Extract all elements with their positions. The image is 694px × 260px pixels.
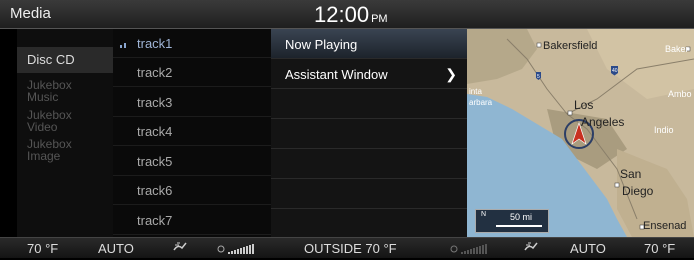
north-indicator-icon: N [481,211,487,218]
navigation-map[interactable]: 5 40 Bakersfield Baker Ambo inta arbara … [467,29,694,237]
map-label-barbara: arbara [469,98,493,107]
assistant-window-label: Assistant Window [285,67,388,82]
track-label: track2 [137,65,173,80]
track-row[interactable]: track5 [113,147,271,176]
track-label: track3 [137,95,173,110]
source-list: Disc CD Jukebox Music Jukebox Video Juke… [17,29,113,237]
map-label-san-diego-1: San [620,167,642,181]
source-disc-cd[interactable]: Disc CD [17,47,113,73]
popup-empty-row [271,89,467,119]
chevron-right-icon: ❯ [445,66,457,82]
clock-ampm: PM [371,13,388,25]
highway-5-shield: 5 [537,74,540,80]
track-row[interactable]: track3 [113,88,271,117]
highway-40-shield: 40 [612,68,618,74]
track-row[interactable]: track1 [113,29,271,58]
app-title[interactable]: Media [10,5,51,22]
left-climate-mode[interactable]: AUTO [98,241,134,256]
popup-empty-row [271,149,467,179]
right-climate-mode[interactable]: AUTO [570,241,606,256]
outside-temp: OUTSIDE 70 °F [304,241,397,256]
status-bar: Media 12:00 PM [0,0,694,29]
scale-label: 50 mi [510,212,533,222]
map-label-los-angeles-1: Los [574,98,594,112]
map-label-inta: inta [469,87,482,96]
track-row[interactable]: track4 [113,117,271,146]
track-label: track6 [137,183,173,198]
options-popup: Now Playing Assistant Window ❯ [271,29,467,239]
track-label: track1 [137,36,173,51]
map-scale: N 50 mi [475,209,549,233]
track-label: track5 [137,154,173,169]
track-row[interactable]: track7 [113,206,271,235]
map-label-los-angeles-2: Angeles [581,115,625,129]
map-label-san-diego-2: Diego [622,184,654,198]
popup-empty-row [271,179,467,209]
source-jukebox-image[interactable]: Jukebox Image [17,138,97,162]
track-list: track1 track2 track3 track4 track5 track… [113,29,271,237]
track-row[interactable]: track6 [113,176,271,205]
track-label: track4 [137,124,173,139]
source-jukebox-video[interactable]: Jukebox Video [17,109,97,133]
clock-time: 12:00 [314,2,370,27]
right-fan-speed-icon[interactable] [450,242,500,254]
now-playing-label: Now Playing [285,37,358,52]
map-label-indio: Indio [654,125,674,135]
right-airflow-icon[interactable] [523,240,539,255]
popup-empty-row [271,119,467,149]
track-label: track7 [137,213,173,228]
right-temp[interactable]: 70 °F [644,241,675,256]
scale-bar [496,225,542,227]
map-label-baker: Baker [665,44,689,54]
source-jukebox-music[interactable]: Jukebox Music [17,79,97,103]
clock: 12:00 PM [314,2,388,28]
now-playing-item[interactable]: Now Playing [271,29,467,59]
left-fan-speed-icon[interactable] [217,242,267,254]
popup-empty-row [271,209,467,239]
map-label-bakersfield: Bakersfield [543,40,598,52]
map-label-ensenada: Ensenad [643,220,687,232]
left-airflow-icon[interactable] [172,240,188,255]
left-temp[interactable]: 70 °F [27,241,58,256]
map-label-amboy: Ambo [668,89,692,99]
playing-indicator-icon [120,42,128,48]
climate-bar: 70 °F AUTO OUTSIDE 70 °F AUTO 70 °F [0,237,694,258]
track-row[interactable]: track2 [113,58,271,87]
assistant-window-item[interactable]: Assistant Window ❯ [271,59,467,89]
